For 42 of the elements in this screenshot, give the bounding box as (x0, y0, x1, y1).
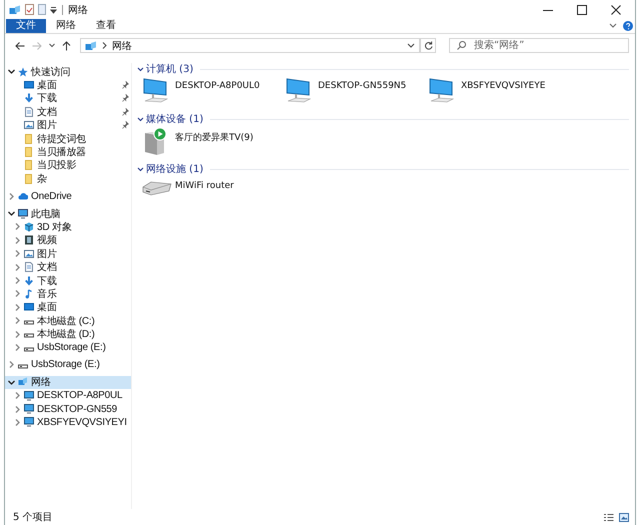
address-bar[interactable]: 网络 (80, 38, 420, 53)
network-item[interactable]: XBSFYEVQVSIYEYE (428, 77, 571, 107)
sidebar-item[interactable]: XBSFYEVQVSIYEYI (5, 416, 131, 430)
sidebar-item[interactable]: DESKTOP-GN559 (5, 402, 131, 416)
sidebar-item[interactable]: 桌面 (5, 300, 131, 314)
item-count: 5 个项目 (13, 511, 53, 524)
sidebar-item[interactable]: 3D 对象 (5, 220, 131, 234)
network-item[interactable]: MiWiFi router (142, 177, 285, 207)
sidebar-item[interactable]: 文档 (5, 105, 131, 119)
sidebar-item[interactable]: 视频 (5, 234, 131, 248)
sidebar-item[interactable]: 下载 (5, 274, 131, 288)
window-title: 网络 (68, 4, 88, 16)
ribbon-tab[interactable]: 网络 (46, 19, 86, 33)
sidebar-item[interactable]: 当贝播放器 (5, 145, 131, 159)
sidebar-item[interactable]: 杂 (5, 172, 131, 186)
sidebar-item[interactable]: OneDrive (5, 190, 131, 203)
sidebar-item[interactable]: 快速访问 (5, 65, 131, 78)
sidebar-item[interactable]: 图片 (5, 247, 131, 260)
sidebar-item[interactable]: 本地磁盘 (C:) (5, 314, 131, 328)
sidebar-item[interactable]: 本地磁盘 (D:) (5, 327, 131, 341)
sidebar-item[interactable]: 图片 (5, 118, 131, 132)
search-field[interactable]: 搜索“网络” (449, 38, 629, 53)
network-item[interactable]: DESKTOP-A8P0UL0 (142, 77, 285, 107)
network-item[interactable]: DESKTOP-GN559N5 (285, 77, 428, 107)
breadcrumb[interactable]: 网络 (112, 38, 132, 52)
sidebar-item[interactable]: 当贝投影 (5, 158, 131, 172)
sidebar-item[interactable]: 文档 (5, 260, 131, 274)
sidebar-item[interactable]: UsbStorage (E:) (5, 358, 131, 372)
sidebar-item[interactable]: 网络 (5, 376, 131, 389)
group-heading[interactable]: 网络设施 (1) (146, 162, 204, 176)
sidebar-item[interactable]: 下载 (5, 92, 131, 106)
sidebar-item[interactable]: 此电脑 (5, 206, 131, 220)
sidebar-item[interactable]: 桌面 (5, 78, 131, 92)
network-item[interactable]: 客厅的爱异果TV(9) (142, 127, 285, 157)
sidebar-item[interactable]: DESKTOP-A8P0UL (5, 388, 131, 402)
sidebar-item[interactable]: UsbStorage (E:) (5, 340, 131, 354)
ribbon-tab[interactable]: 查看 (86, 19, 126, 33)
group-heading[interactable]: 计算机 (3) (146, 62, 194, 76)
sidebar-item[interactable]: 待提交词包 (5, 132, 131, 146)
sidebar-item[interactable]: 音乐 (5, 287, 131, 301)
ribbon-tab[interactable]: 文件 (6, 19, 46, 33)
group-heading[interactable]: 媒体设备 (1) (146, 112, 204, 126)
